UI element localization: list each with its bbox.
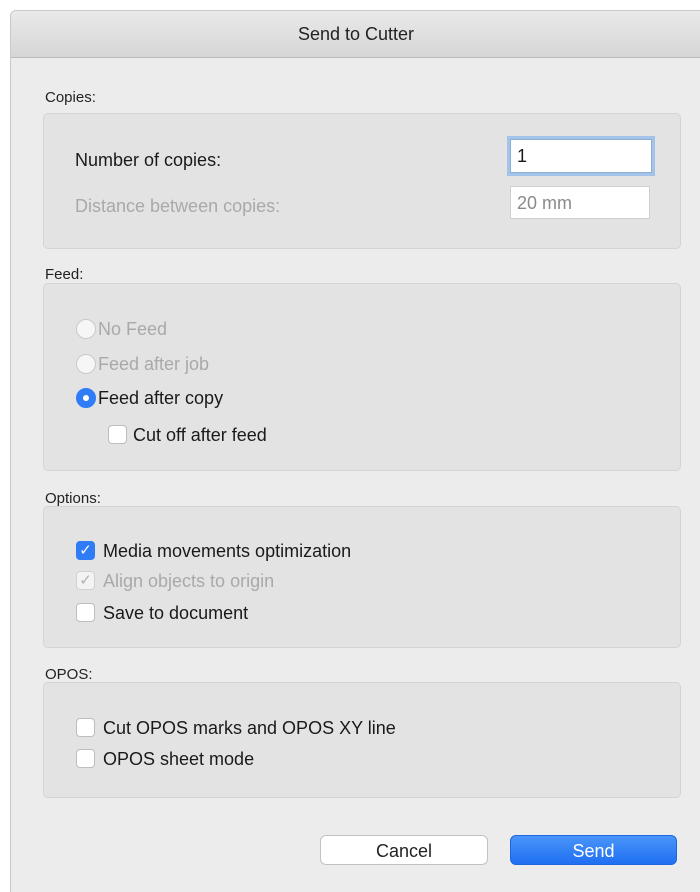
window-title: Send to Cutter: [11, 11, 700, 58]
feed-after-copy-radio[interactable]: [76, 388, 96, 408]
media-movements-optimization-checkbox[interactable]: ✓: [76, 541, 95, 560]
feed-section-label: Feed:: [45, 266, 84, 283]
distance-between-copies-input[interactable]: 20 mm: [510, 186, 650, 219]
checkmark-icon: ✓: [79, 572, 92, 589]
no-feed-radio[interactable]: [76, 319, 96, 339]
cancel-button[interactable]: Cancel: [320, 835, 488, 865]
options-group: ✓ Media movements optimization ✓ Align o…: [43, 506, 681, 648]
options-section-label: Options:: [45, 490, 101, 507]
copies-section-label: Copies:: [45, 89, 96, 106]
send-to-cutter-dialog: Send to Cutter Copies: Number of copies:…: [10, 10, 700, 892]
number-of-copies-input[interactable]: 1: [510, 139, 652, 173]
send-button[interactable]: Send: [510, 835, 677, 865]
cut-opos-marks-label: Cut OPOS marks and OPOS XY line: [103, 718, 396, 738]
opos-sheet-mode-checkbox[interactable]: [76, 749, 95, 768]
opos-sheet-mode-label: OPOS sheet mode: [103, 749, 255, 769]
cut-off-after-feed-label: Cut off after feed: [133, 425, 267, 445]
distance-between-copies-label: Distance between copies:: [75, 196, 281, 216]
copies-group: Number of copies: 1 Distance between cop…: [43, 113, 681, 249]
align-objects-to-origin-label: Align objects to origin: [103, 571, 275, 591]
checkmark-icon: ✓: [79, 542, 92, 559]
opos-group: Cut OPOS marks and OPOS XY line OPOS she…: [43, 682, 681, 798]
cut-off-after-feed-checkbox[interactable]: [108, 425, 127, 444]
no-feed-label: No Feed: [98, 319, 168, 339]
save-to-document-label: Save to document: [103, 603, 249, 623]
cut-opos-marks-checkbox[interactable]: [76, 718, 95, 737]
media-movements-optimization-label: Media movements optimization: [103, 541, 352, 561]
feed-after-job-label: Feed after job: [98, 354, 210, 374]
align-objects-to-origin-checkbox[interactable]: ✓: [76, 571, 95, 590]
number-of-copies-label: Number of copies:: [75, 150, 222, 170]
save-to-document-checkbox[interactable]: [76, 603, 95, 622]
feed-after-copy-label: Feed after copy: [98, 388, 224, 408]
feed-after-job-radio[interactable]: [76, 354, 96, 374]
opos-section-label: OPOS:: [45, 666, 93, 683]
feed-group: No Feed Feed after job Feed after copy C…: [43, 283, 681, 471]
